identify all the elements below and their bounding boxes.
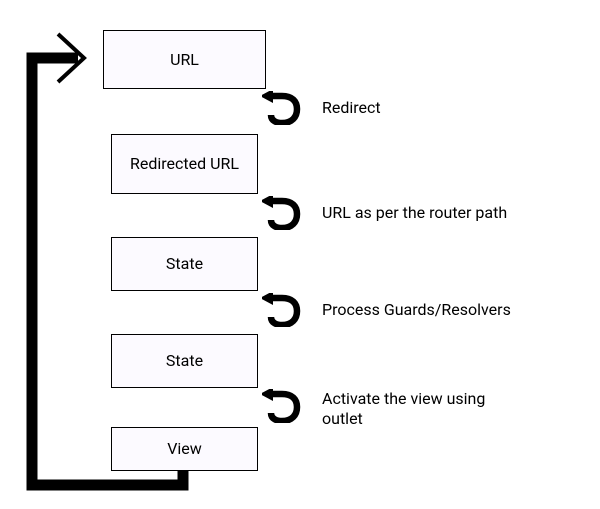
node-redirected-url-label: Redirected URL bbox=[130, 154, 239, 173]
transition-redirect-label: Redirect bbox=[322, 98, 381, 118]
transition-urlpath-label: URL as per the router path bbox=[322, 203, 507, 223]
node-state1-label: State bbox=[166, 254, 203, 273]
transition-guards-label: Process Guards/Resolvers bbox=[322, 300, 511, 320]
node-state2-label: State bbox=[166, 351, 203, 370]
node-url-label: URL bbox=[170, 50, 199, 69]
u-turn-icon bbox=[262, 293, 302, 327]
u-turn-icon bbox=[262, 389, 302, 423]
node-state-1: State bbox=[111, 237, 258, 291]
node-redirected-url: Redirected URL bbox=[111, 134, 258, 194]
loopback-arrow bbox=[0, 0, 600, 509]
u-turn-icon bbox=[262, 91, 302, 125]
u-turn-icon bbox=[262, 196, 302, 230]
node-url: URL bbox=[103, 30, 266, 89]
node-view: View bbox=[111, 427, 258, 471]
node-state-2: State bbox=[111, 334, 258, 388]
transition-activate-label: Activate the view using outlet bbox=[322, 389, 512, 429]
node-view-label: View bbox=[167, 439, 202, 458]
